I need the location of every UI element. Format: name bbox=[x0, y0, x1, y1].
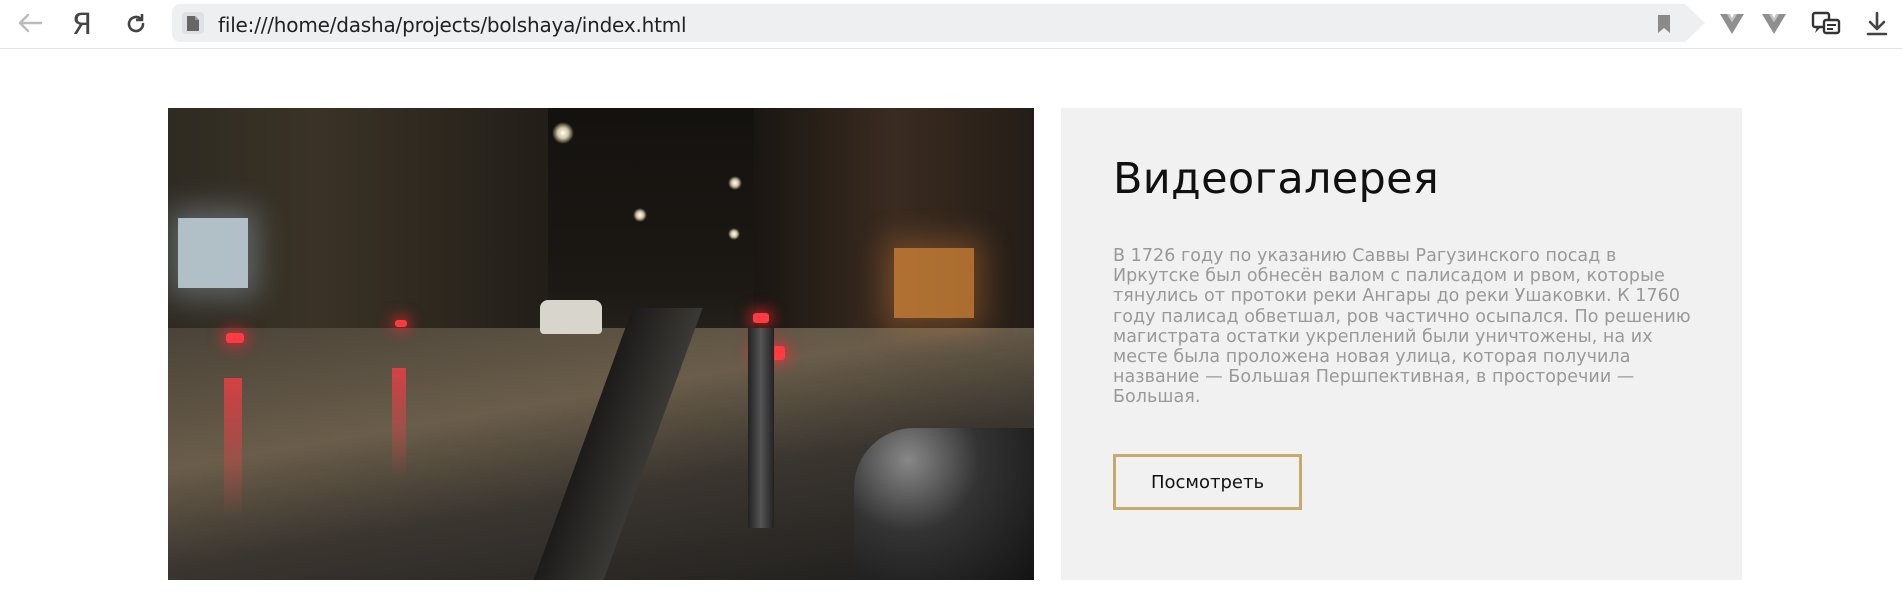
back-arrow-icon[interactable] bbox=[14, 9, 46, 37]
view-button[interactable]: Посмотреть bbox=[1113, 454, 1302, 510]
translate-chat-icon[interactable] bbox=[1810, 8, 1842, 40]
vue-devtools-icon[interactable] bbox=[1718, 10, 1746, 38]
bookmark-icon[interactable] bbox=[1655, 14, 1673, 34]
street-light bbox=[633, 208, 647, 222]
red-reflection bbox=[224, 378, 242, 518]
video-scene-shop-light bbox=[178, 218, 248, 288]
address-bar[interactable]: file:///home/dasha/projects/bolshaya/ind… bbox=[172, 4, 1705, 42]
video-preview[interactable] bbox=[168, 108, 1034, 580]
download-icon[interactable] bbox=[1862, 8, 1892, 40]
section-description: В 1726 году по указанию Саввы Рагузинско… bbox=[1113, 246, 1691, 408]
section-title: Видеогалерея bbox=[1113, 154, 1440, 204]
video-scene-hotel-light bbox=[894, 248, 974, 318]
url-text[interactable]: file:///home/dasha/projects/bolshaya/ind… bbox=[218, 13, 687, 37]
street-light bbox=[728, 228, 740, 240]
page-file-icon bbox=[182, 12, 204, 34]
video-scene-car bbox=[540, 300, 602, 334]
red-bollard-light bbox=[395, 320, 407, 327]
red-bollard-light bbox=[753, 313, 769, 323]
street-light bbox=[552, 122, 574, 144]
red-bollard-light bbox=[226, 333, 244, 343]
reload-icon[interactable] bbox=[120, 8, 152, 40]
gallery-info-panel: Видеогалерея В 1726 году по указанию Сав… bbox=[1061, 108, 1742, 580]
vue-devtools-icon[interactable] bbox=[1760, 10, 1788, 38]
video-scene-bin bbox=[854, 428, 1034, 580]
browser-toolbar: Я file:///home/dasha/projects/bolshaya/i… bbox=[0, 0, 1902, 49]
street-light bbox=[728, 176, 742, 190]
red-reflection bbox=[392, 368, 406, 478]
video-scene-bollard bbox=[748, 328, 774, 528]
yandex-icon[interactable]: Я bbox=[66, 7, 98, 41]
